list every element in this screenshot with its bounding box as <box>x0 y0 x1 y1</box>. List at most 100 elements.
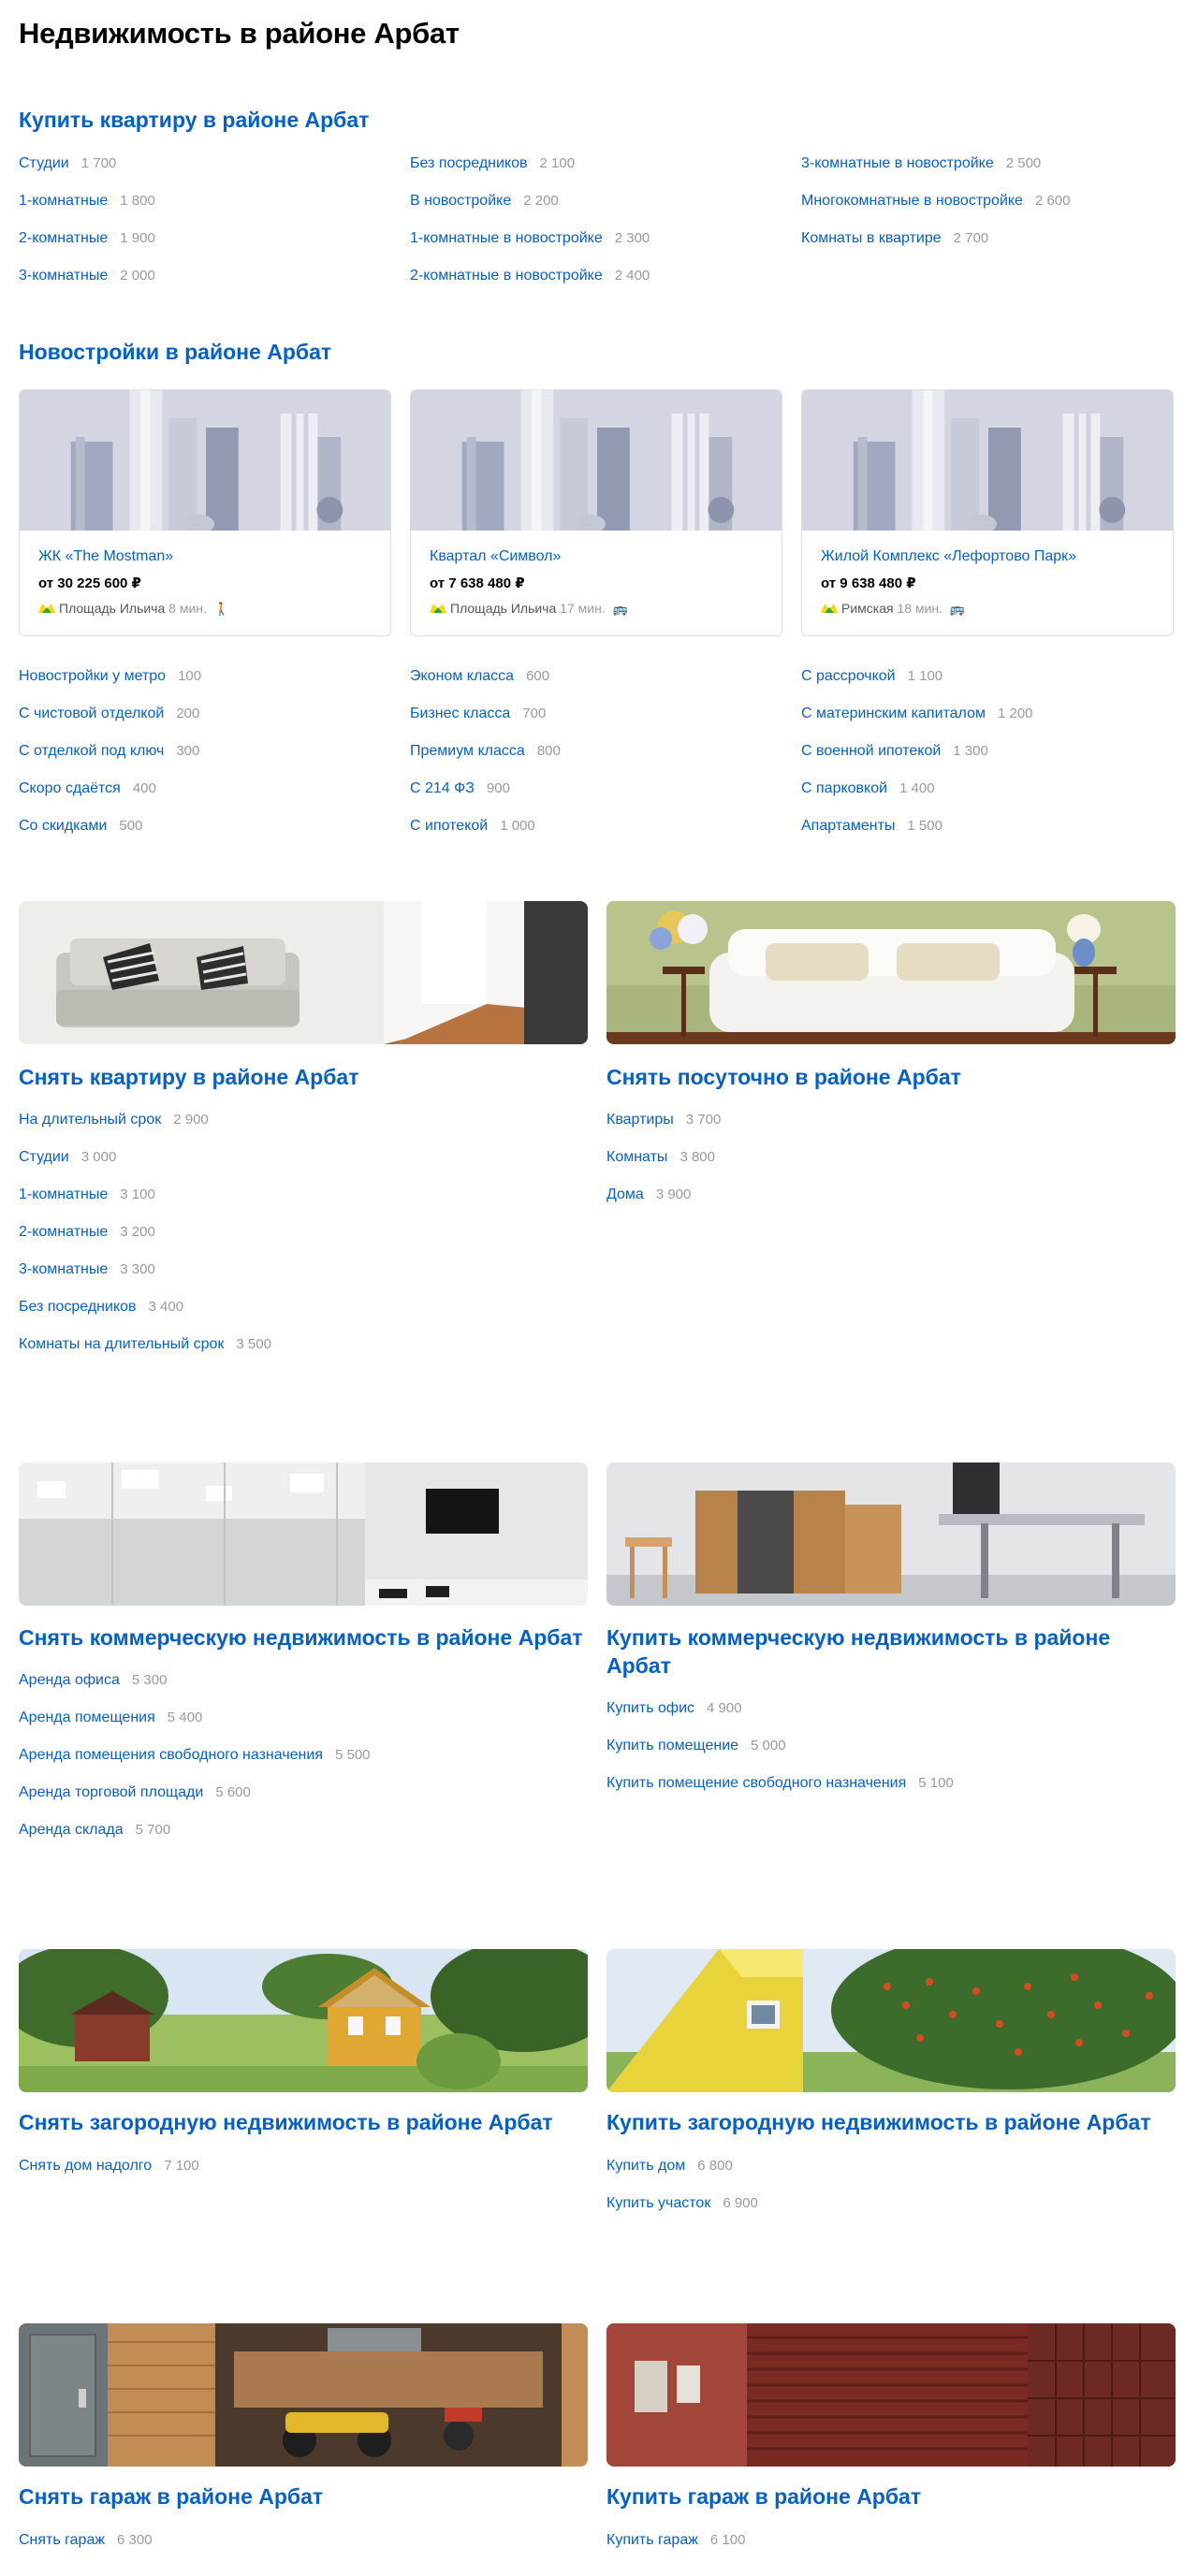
link-item[interactable]: Без посредников 2 100 <box>410 154 575 173</box>
link-label[interactable]: 3-комнатные в новостройке <box>801 155 994 171</box>
link-item[interactable]: Аренда офиса 5 300 <box>19 1671 167 1690</box>
link-item[interactable]: Студии 1 700 <box>19 154 116 173</box>
link-item[interactable]: Со скидками 500 <box>19 817 142 836</box>
link-label[interactable]: В новостройке <box>410 193 511 209</box>
country-buy-heading[interactable]: Купить загородную недвижимость в районе … <box>606 2108 1151 2136</box>
link-label[interactable]: С отделкой под ключ <box>19 743 164 759</box>
link-item[interactable]: Без посредников 3 400 <box>19 1298 183 1317</box>
link-label[interactable]: Со скидками <box>19 818 107 834</box>
link-item[interactable]: Комнаты в квартире 2 700 <box>801 229 988 248</box>
link-label[interactable]: Купить помещение <box>606 1738 738 1754</box>
link-item[interactable]: С чистовой отделкой 200 <box>19 705 199 723</box>
link-item[interactable]: С военной ипотекой 1 300 <box>801 742 988 761</box>
link-item[interactable]: Апартаменты 1 500 <box>801 817 942 836</box>
link-label[interactable]: 2-комнатные в новостройке <box>410 268 603 284</box>
link-item[interactable]: Премиум класса 800 <box>410 742 561 761</box>
newbuild-heading[interactable]: Новостройки в районе Арбат <box>19 338 331 366</box>
link-label[interactable]: Премиум класса <box>410 743 525 759</box>
link-item[interactable]: Купить гараж 6 100 <box>606 2531 745 2550</box>
link-item[interactable]: Аренда торговой площади 5 600 <box>19 1783 251 1802</box>
link-item[interactable]: 2-комнатные 3 200 <box>19 1223 155 1242</box>
link-item[interactable]: Эконом класса 600 <box>410 667 549 686</box>
link-item[interactable]: Комнаты на длительный срок 3 500 <box>19 1335 271 1354</box>
daily-banner-image[interactable] <box>606 901 1176 1044</box>
link-item[interactable]: Студии 3 000 <box>19 1148 116 1167</box>
link-label[interactable]: Эконом класса <box>410 668 514 684</box>
card-name[interactable]: ЖК «The Mostman» <box>38 548 173 565</box>
link-label[interactable]: Без посредников <box>19 1299 137 1315</box>
link-label[interactable]: Комнаты в квартире <box>801 230 942 246</box>
link-label[interactable]: 1-комнатные в новостройке <box>410 230 603 246</box>
link-item[interactable]: Новостройки у метро 100 <box>19 667 201 686</box>
link-label[interactable]: Апартаменты <box>801 818 895 834</box>
link-label[interactable]: Купить офис <box>606 1700 694 1716</box>
link-item[interactable]: С ипотекой 1 000 <box>410 817 535 836</box>
link-label[interactable]: Многокомнатные в новостройке <box>801 193 1023 209</box>
link-label[interactable]: С парковкой <box>801 780 887 796</box>
link-label[interactable]: Бизнес класса <box>410 706 510 721</box>
link-label[interactable]: Аренда офиса <box>19 1672 120 1688</box>
link-label[interactable]: С 214 ФЗ <box>410 780 475 796</box>
link-item[interactable]: 3-комнатные 3 300 <box>19 1260 155 1279</box>
link-label[interactable]: Комнаты на длительный срок <box>19 1336 224 1352</box>
link-item[interactable]: 3-комнатные 2 000 <box>19 267 155 285</box>
link-item[interactable]: Аренда склада 5 700 <box>19 1821 170 1840</box>
link-item[interactable]: Скоро сдаётся 400 <box>19 779 156 798</box>
link-label[interactable]: Студии <box>19 1149 69 1165</box>
link-label[interactable]: С материнским капиталом <box>801 706 986 721</box>
country-buy-banner-image[interactable] <box>606 1949 1176 2092</box>
link-item[interactable]: В новостройке 2 200 <box>410 192 559 211</box>
link-item[interactable]: Многокомнатные в новостройке 2 600 <box>801 192 1071 211</box>
newbuild-card[interactable]: Квартал «Символ» от 7 638 480 ₽ Площадь … <box>410 389 782 636</box>
rent-heading[interactable]: Снять квартиру в районе Арбат <box>19 1063 359 1091</box>
link-item[interactable]: Бизнес класса 700 <box>410 705 546 723</box>
link-item[interactable]: Аренда помещения свободного назначения 5 … <box>19 1746 371 1765</box>
link-label[interactable]: Новостройки у метро <box>19 668 166 684</box>
link-label[interactable]: Снять дом надолго <box>19 2158 152 2174</box>
garage-buy-banner-image[interactable] <box>606 2323 1176 2467</box>
link-item[interactable]: Купить участок 6 900 <box>606 2194 758 2213</box>
link-label[interactable]: Комнаты <box>606 1149 667 1165</box>
link-label[interactable]: С ипотекой <box>410 818 488 834</box>
commercial-rent-heading[interactable]: Снять коммерческую недвижимость в районе… <box>19 1623 583 1652</box>
link-item[interactable]: Снять дом надолго 7 100 <box>19 2157 199 2176</box>
newbuild-card[interactable]: ЖК «The Mostman» от 30 225 600 ₽ Площадь… <box>19 389 391 636</box>
link-label[interactable]: На длительный срок <box>19 1112 161 1128</box>
link-label[interactable]: Аренда склада <box>19 1822 124 1838</box>
link-item[interactable]: На длительный срок 2 900 <box>19 1111 209 1129</box>
link-item[interactable]: 1-комнатные в новостройке 2 300 <box>410 229 650 248</box>
link-item[interactable]: Комнаты 3 800 <box>606 1148 715 1167</box>
link-label[interactable]: Купить помещение свободного назначения <box>606 1775 906 1791</box>
link-item[interactable]: 1-комнатные 3 100 <box>19 1186 155 1204</box>
link-item[interactable]: С рассрочкой 1 100 <box>801 667 942 686</box>
link-label[interactable]: Дома <box>606 1186 644 1202</box>
buy-heading[interactable]: Купить квартиру в районе Арбат <box>19 106 369 134</box>
link-label[interactable]: Аренда торговой площади <box>19 1784 203 1800</box>
link-item[interactable]: Купить дом 6 800 <box>606 2157 733 2176</box>
link-item[interactable]: Дома 3 900 <box>606 1186 691 1204</box>
link-label[interactable]: Купить гараж <box>606 2532 698 2548</box>
garage-rent-banner-image[interactable] <box>19 2323 588 2467</box>
link-item[interactable]: Купить офис 4 900 <box>606 1699 742 1718</box>
link-item[interactable]: Снять гараж 6 300 <box>19 2531 153 2550</box>
card-name[interactable]: Квартал «Символ» <box>430 548 561 565</box>
link-item[interactable]: С 214 ФЗ 900 <box>410 779 510 798</box>
daily-heading[interactable]: Снять посуточно в районе Арбат <box>606 1063 961 1091</box>
rent-banner-image[interactable] <box>19 901 588 1044</box>
link-label[interactable]: 2-комнатные <box>19 230 108 246</box>
country-rent-banner-image[interactable] <box>19 1949 588 2092</box>
garage-rent-heading[interactable]: Снять гараж в районе Арбат <box>19 2482 323 2511</box>
garage-buy-heading[interactable]: Купить гараж в районе Арбат <box>606 2482 921 2511</box>
country-rent-heading[interactable]: Снять загородную недвижимость в районе А… <box>19 2108 553 2136</box>
card-name[interactable]: Жилой Комплекс «Лефортово Парк» <box>821 548 1076 565</box>
link-label[interactable]: 2-комнатные <box>19 1224 108 1240</box>
link-item[interactable]: Квартиры 3 700 <box>606 1111 721 1129</box>
link-label[interactable]: 1-комнатные <box>19 193 108 209</box>
link-item[interactable]: 2-комнатные в новостройке 2 400 <box>410 267 650 285</box>
link-item[interactable]: Купить помещение свободного назначения 5 … <box>606 1774 954 1793</box>
commercial-rent-banner-image[interactable] <box>19 1463 588 1606</box>
newbuild-card[interactable]: Жилой Комплекс «Лефортово Парк» от 9 638… <box>801 389 1174 636</box>
link-label[interactable]: С чистовой отделкой <box>19 706 164 721</box>
link-label[interactable]: 1-комнатные <box>19 1186 108 1202</box>
link-label[interactable]: Аренда помещения <box>19 1710 155 1725</box>
